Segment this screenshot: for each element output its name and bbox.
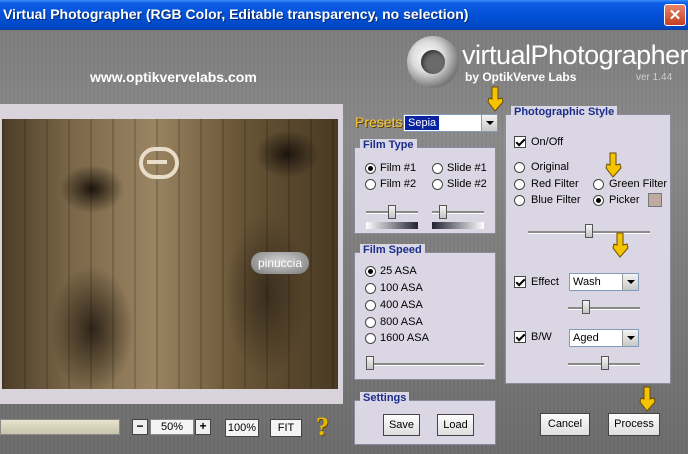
zoom-value: 50% xyxy=(150,419,194,435)
film-speed-slider-thumb[interactable] xyxy=(366,356,374,370)
red-filter-radio[interactable] xyxy=(514,179,525,190)
zoom-fit-button[interactable]: FIT xyxy=(270,419,302,437)
blue-filter-radio[interactable] xyxy=(514,195,525,206)
presets-value: Sepia xyxy=(405,116,440,130)
red-filter-label: Red Filter xyxy=(531,178,579,190)
film1-radio[interactable] xyxy=(365,163,376,174)
speed-800-label: 800 ASA xyxy=(380,316,423,328)
film-speed-title: Film Speed xyxy=(360,244,425,256)
onoff-checkbox[interactable] xyxy=(514,136,526,148)
original-label: Original xyxy=(531,161,569,173)
picker-label: Picker xyxy=(609,194,640,206)
effect-slider-thumb[interactable] xyxy=(582,300,590,314)
speed-100-radio[interactable] xyxy=(365,283,376,294)
bw-slider-thumb[interactable] xyxy=(601,356,609,370)
close-button[interactable]: ✕ xyxy=(664,4,686,26)
process-button[interactable]: Process xyxy=(608,413,660,436)
effect-select[interactable]: Wash xyxy=(569,273,639,291)
speed-100-label: 100 ASA xyxy=(380,282,423,294)
bw-value: Aged xyxy=(573,332,599,344)
version-label: ver 1.44 xyxy=(636,72,673,83)
effect-label: Effect xyxy=(531,276,559,288)
pointing-hand-icon xyxy=(603,152,623,178)
film-type-slider2-thumb[interactable] xyxy=(439,205,447,219)
film2-label: Film #2 xyxy=(380,178,417,190)
speed-25-label: 25 ASA xyxy=(380,265,417,277)
chevron-down-icon[interactable] xyxy=(622,274,638,290)
effect-value: Wash xyxy=(573,276,601,288)
progress-bar xyxy=(0,419,120,435)
zoom-in-button[interactable]: + xyxy=(195,419,211,435)
logo-by: by OptikVerve Labs xyxy=(465,70,577,84)
presets-label: Presets xyxy=(355,114,403,130)
bw-checkbox[interactable] xyxy=(514,331,526,343)
logo-text: virtualPhotographer xyxy=(462,40,688,70)
speed-1600-label: 1600 ASA xyxy=(380,332,429,344)
chevron-down-icon[interactable] xyxy=(622,330,638,346)
onoff-label: On/Off xyxy=(531,136,564,148)
film-type-gradient1 xyxy=(366,222,418,229)
close-icon: ✕ xyxy=(668,7,682,24)
pointing-hand-icon xyxy=(610,232,630,258)
speed-25-radio[interactable] xyxy=(365,266,376,277)
save-button[interactable]: Save xyxy=(383,414,420,436)
zoom-100-button[interactable]: 100% xyxy=(225,419,259,437)
film-speed-slider-track[interactable] xyxy=(366,363,484,366)
logo-icon xyxy=(407,36,459,88)
window-title: Virtual Photographer (RGB Color, Editabl… xyxy=(3,6,469,22)
green-filter-radio[interactable] xyxy=(593,179,604,190)
bw-label: B/W xyxy=(531,331,552,343)
speed-800-radio[interactable] xyxy=(365,317,376,328)
picker-radio[interactable] xyxy=(593,195,604,206)
settings-title: Settings xyxy=(360,392,410,404)
film-type-gradient2 xyxy=(432,222,484,229)
slide2-label: Slide #2 xyxy=(447,178,487,190)
film-type-panel: Film Type xyxy=(354,139,496,234)
slide1-label: Slide #1 xyxy=(447,162,487,174)
presets-select[interactable]: Sepia xyxy=(403,114,498,132)
slide2-radio[interactable] xyxy=(432,179,443,190)
bw-select[interactable]: Aged xyxy=(569,329,639,347)
photographic-style-title: Photographic Style xyxy=(511,106,618,118)
pointing-hand-icon xyxy=(485,86,505,112)
picker-color-swatch[interactable] xyxy=(648,193,662,207)
speed-1600-radio[interactable] xyxy=(365,333,376,344)
film1-label: Film #1 xyxy=(380,162,417,174)
style-slider-thumb[interactable] xyxy=(585,224,593,238)
load-button[interactable]: Load xyxy=(437,414,474,436)
film-type-slider1-thumb[interactable] xyxy=(388,205,396,219)
speed-400-radio[interactable] xyxy=(365,300,376,311)
preview-belt-icon xyxy=(139,147,179,179)
chevron-down-icon[interactable] xyxy=(481,115,497,131)
help-icon[interactable]: ? xyxy=(316,412,329,442)
green-filter-label: Green Filter xyxy=(609,178,668,190)
original-radio[interactable] xyxy=(514,162,525,173)
slide1-radio[interactable] xyxy=(432,163,443,174)
settings-panel: Settings xyxy=(354,392,496,445)
pointing-hand-icon xyxy=(637,386,657,412)
watermark: pinuccia xyxy=(251,252,309,274)
app-window: Virtual Photographer (RGB Color, Editabl… xyxy=(0,0,688,454)
speed-400-label: 400 ASA xyxy=(380,299,423,311)
title-bar: Virtual Photographer (RGB Color, Editabl… xyxy=(0,0,688,30)
cancel-button[interactable]: Cancel xyxy=(540,413,590,436)
effect-slider-track[interactable] xyxy=(568,307,640,310)
effect-checkbox[interactable] xyxy=(514,276,526,288)
site-url[interactable]: www.optikvervelabs.com xyxy=(90,69,257,85)
film2-radio[interactable] xyxy=(365,179,376,190)
blue-filter-label: Blue Filter xyxy=(531,194,581,206)
film-type-title: Film Type xyxy=(360,139,417,151)
zoom-out-button[interactable]: − xyxy=(132,419,148,435)
